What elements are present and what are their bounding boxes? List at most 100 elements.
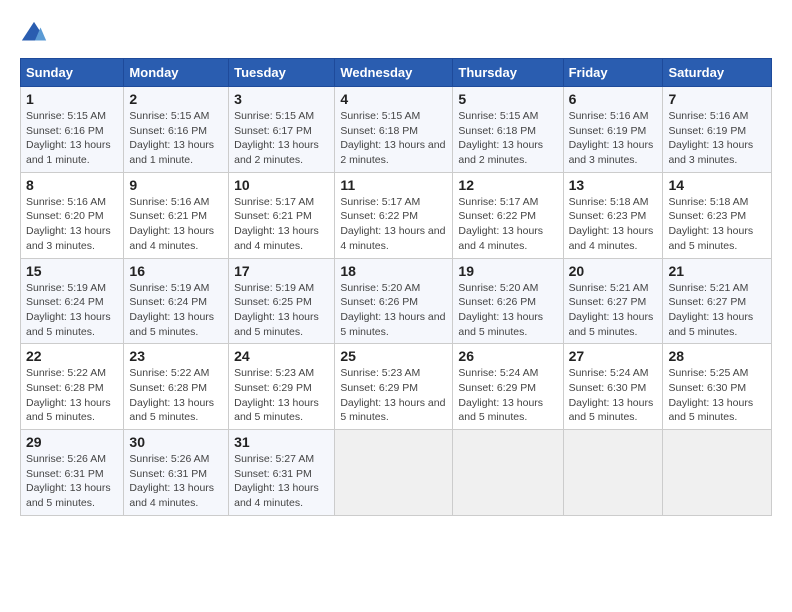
weekday-header-cell: Saturday <box>663 59 772 87</box>
calendar-cell: 24 Sunrise: 5:23 AMSunset: 6:29 PMDayligh… <box>229 344 335 430</box>
calendar-cell: 9Sunrise: 5:16 AMSunset: 6:21 PMDaylight… <box>124 172 229 258</box>
day-info: Sunrise: 5:25 AMSunset: 6:30 PMDaylight:… <box>668 366 766 425</box>
day-number: 31 <box>234 434 329 450</box>
day-info: Sunrise: 5:21 AMSunset: 6:27 PMDaylight:… <box>569 281 658 340</box>
day-number: 16 <box>129 263 223 279</box>
calendar-cell: 5 Sunrise: 5:15 AMSunset: 6:18 PMDaylight… <box>453 87 563 173</box>
day-number: 1 <box>26 91 118 107</box>
day-info: Sunrise: 5:15 AMSunset: 6:18 PMDaylight:… <box>458 109 557 168</box>
day-info: Sunrise: 5:22 AMSunset: 6:28 PMDaylight:… <box>129 366 223 425</box>
day-number: 24 <box>234 348 329 364</box>
calendar-week-row: 8 Sunrise: 5:16 AMSunset: 6:20 PMDaylight… <box>21 172 772 258</box>
calendar-cell: 19Sunrise: 5:20 AMSunset: 6:26 PMDayligh… <box>453 258 563 344</box>
day-info: Sunrise: 5:26 AMSunset: 6:31 PMDaylight:… <box>26 452 118 511</box>
calendar-cell: 23 Sunrise: 5:22 AMSunset: 6:28 PMDayligh… <box>124 344 229 430</box>
calendar-week-row: 29 Sunrise: 5:26 AMSunset: 6:31 PMDayligh… <box>21 430 772 516</box>
day-number: 30 <box>129 434 223 450</box>
day-info: Sunrise: 5:26 AMSunset: 6:31 PMDaylight:… <box>129 452 223 511</box>
calendar-cell: 31 Sunrise: 5:27 AMSunset: 6:31 PMDayligh… <box>229 430 335 516</box>
calendar-cell: 4 Sunrise: 5:15 AMSunset: 6:18 PMDaylight… <box>335 87 453 173</box>
day-number: 10 <box>234 177 329 193</box>
day-number: 19 <box>458 263 557 279</box>
day-info: Sunrise: 5:19 AMSunset: 6:25 PMDaylight:… <box>234 281 329 340</box>
day-info: Sunrise: 5:16 AMSunset: 6:20 PMDaylight:… <box>26 195 118 254</box>
calendar-cell: 30 Sunrise: 5:26 AMSunset: 6:31 PMDayligh… <box>124 430 229 516</box>
day-number: 29 <box>26 434 118 450</box>
calendar-cell: 7 Sunrise: 5:16 AMSunset: 6:19 PMDaylight… <box>663 87 772 173</box>
day-number: 7 <box>668 91 766 107</box>
day-number: 2 <box>129 91 223 107</box>
calendar-cell: 16 Sunrise: 5:19 AMSunset: 6:24 PMDayligh… <box>124 258 229 344</box>
calendar-cell: 10 Sunrise: 5:17 AMSunset: 6:21 PMDayligh… <box>229 172 335 258</box>
weekday-header-cell: Sunday <box>21 59 124 87</box>
day-info: Sunrise: 5:23 AMSunset: 6:29 PMDaylight:… <box>234 366 329 425</box>
day-number: 18 <box>340 263 447 279</box>
day-number: 12 <box>458 177 557 193</box>
day-info: Sunrise: 5:17 AMSunset: 6:22 PMDaylight:… <box>458 195 557 254</box>
day-number: 3 <box>234 91 329 107</box>
day-info: Sunrise: 5:24 AMSunset: 6:29 PMDaylight:… <box>458 366 557 425</box>
calendar-cell: 8 Sunrise: 5:16 AMSunset: 6:20 PMDaylight… <box>21 172 124 258</box>
day-number: 6 <box>569 91 658 107</box>
day-info: Sunrise: 5:17 AMSunset: 6:22 PMDaylight:… <box>340 195 447 254</box>
day-info: Sunrise: 5:15 AMSunset: 6:16 PMDaylight:… <box>26 109 118 168</box>
logo <box>20 20 52 48</box>
day-number: 8 <box>26 177 118 193</box>
day-info: Sunrise: 5:23 AMSunset: 6:29 PMDaylight:… <box>340 366 447 425</box>
calendar-cell <box>453 430 563 516</box>
day-number: 26 <box>458 348 557 364</box>
weekday-header-cell: Monday <box>124 59 229 87</box>
day-info: Sunrise: 5:18 AMSunset: 6:23 PMDaylight:… <box>668 195 766 254</box>
day-info: Sunrise: 5:17 AMSunset: 6:21 PMDaylight:… <box>234 195 329 254</box>
day-info: Sunrise: 5:15 AMSunset: 6:17 PMDaylight:… <box>234 109 329 168</box>
calendar-cell <box>335 430 453 516</box>
day-info: Sunrise: 5:27 AMSunset: 6:31 PMDaylight:… <box>234 452 329 511</box>
day-number: 27 <box>569 348 658 364</box>
calendar-cell: 1 Sunrise: 5:15 AMSunset: 6:16 PMDaylight… <box>21 87 124 173</box>
calendar-week-row: 22 Sunrise: 5:22 AMSunset: 6:28 PMDayligh… <box>21 344 772 430</box>
calendar-cell: 13Sunrise: 5:18 AMSunset: 6:23 PMDayligh… <box>563 172 663 258</box>
calendar-cell: 28 Sunrise: 5:25 AMSunset: 6:30 PMDayligh… <box>663 344 772 430</box>
day-number: 28 <box>668 348 766 364</box>
day-info: Sunrise: 5:16 AMSunset: 6:19 PMDaylight:… <box>668 109 766 168</box>
day-info: Sunrise: 5:15 AMSunset: 6:16 PMDaylight:… <box>129 109 223 168</box>
calendar-cell: 14Sunrise: 5:18 AMSunset: 6:23 PMDayligh… <box>663 172 772 258</box>
day-number: 5 <box>458 91 557 107</box>
calendar-cell <box>563 430 663 516</box>
day-info: Sunrise: 5:20 AMSunset: 6:26 PMDaylight:… <box>340 281 447 340</box>
day-info: Sunrise: 5:15 AMSunset: 6:18 PMDaylight:… <box>340 109 447 168</box>
calendar-table: SundayMondayTuesdayWednesdayThursdayFrid… <box>20 58 772 516</box>
day-info: Sunrise: 5:16 AMSunset: 6:21 PMDaylight:… <box>129 195 223 254</box>
weekday-header-row: SundayMondayTuesdayWednesdayThursdayFrid… <box>21 59 772 87</box>
calendar-cell: 17 Sunrise: 5:19 AMSunset: 6:25 PMDayligh… <box>229 258 335 344</box>
day-number: 22 <box>26 348 118 364</box>
day-info: Sunrise: 5:19 AMSunset: 6:24 PMDaylight:… <box>26 281 118 340</box>
calendar-cell: 6Sunrise: 5:16 AMSunset: 6:19 PMDaylight… <box>563 87 663 173</box>
day-number: 17 <box>234 263 329 279</box>
day-number: 20 <box>569 263 658 279</box>
weekday-header-cell: Wednesday <box>335 59 453 87</box>
calendar-cell: 20 Sunrise: 5:21 AMSunset: 6:27 PMDayligh… <box>563 258 663 344</box>
day-info: Sunrise: 5:19 AMSunset: 6:24 PMDaylight:… <box>129 281 223 340</box>
calendar-cell: 21Sunrise: 5:21 AMSunset: 6:27 PMDayligh… <box>663 258 772 344</box>
day-number: 15 <box>26 263 118 279</box>
weekday-header-cell: Tuesday <box>229 59 335 87</box>
day-number: 13 <box>569 177 658 193</box>
calendar-cell: 29 Sunrise: 5:26 AMSunset: 6:31 PMDayligh… <box>21 430 124 516</box>
calendar-cell: 15 Sunrise: 5:19 AMSunset: 6:24 PMDayligh… <box>21 258 124 344</box>
calendar-cell: 11 Sunrise: 5:17 AMSunset: 6:22 PMDayligh… <box>335 172 453 258</box>
weekday-header-cell: Thursday <box>453 59 563 87</box>
calendar-cell <box>663 430 772 516</box>
calendar-cell: 27 Sunrise: 5:24 AMSunset: 6:30 PMDayligh… <box>563 344 663 430</box>
day-number: 25 <box>340 348 447 364</box>
day-number: 23 <box>129 348 223 364</box>
calendar-cell: 12 Sunrise: 5:17 AMSunset: 6:22 PMDayligh… <box>453 172 563 258</box>
day-info: Sunrise: 5:22 AMSunset: 6:28 PMDaylight:… <box>26 366 118 425</box>
calendar-cell: 26 Sunrise: 5:24 AMSunset: 6:29 PMDayligh… <box>453 344 563 430</box>
day-number: 11 <box>340 177 447 193</box>
day-info: Sunrise: 5:24 AMSunset: 6:30 PMDaylight:… <box>569 366 658 425</box>
calendar-week-row: 1 Sunrise: 5:15 AMSunset: 6:16 PMDaylight… <box>21 87 772 173</box>
weekday-header-cell: Friday <box>563 59 663 87</box>
day-number: 4 <box>340 91 447 107</box>
day-info: Sunrise: 5:21 AMSunset: 6:27 PMDaylight:… <box>668 281 766 340</box>
